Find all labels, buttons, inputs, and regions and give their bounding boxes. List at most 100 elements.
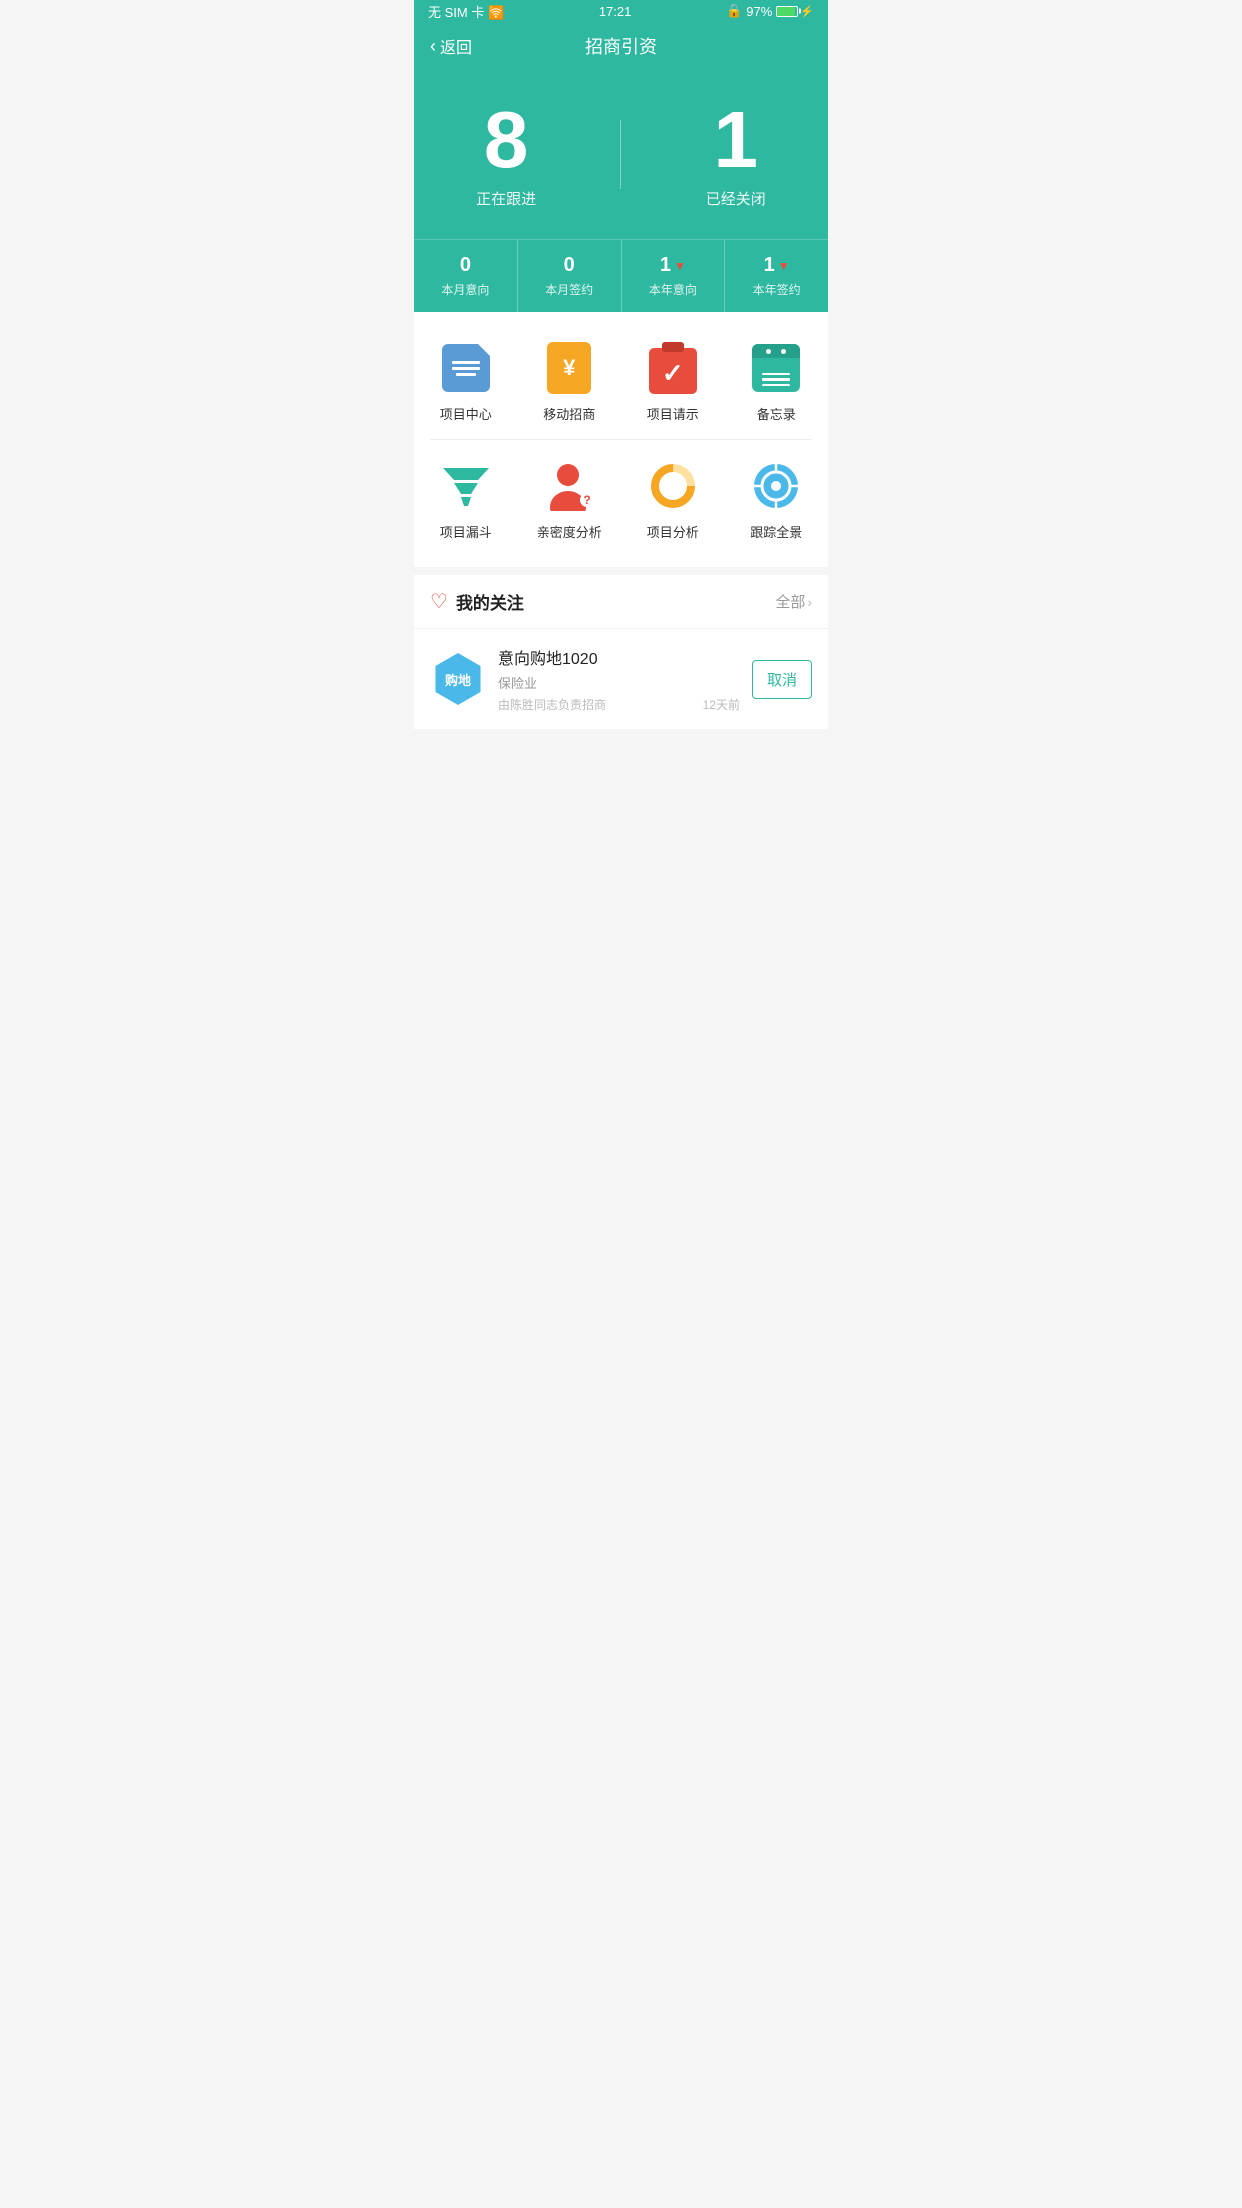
menu-item-location[interactable]: 跟踪全景	[725, 450, 829, 557]
icon-line-2	[452, 367, 480, 370]
icon-line-3	[456, 373, 476, 376]
person-svg: ?	[544, 461, 594, 511]
tracking-stat: 8 正在跟进	[476, 100, 536, 209]
icon-line-1	[452, 361, 480, 364]
cal-knob-right	[781, 349, 786, 354]
attention-title: 我的关注	[456, 589, 524, 614]
list-item-meta-0: 由陈胜同志负责招商	[498, 696, 606, 713]
arrow-down-icon-2: ▼	[674, 259, 686, 273]
menu-item-project-center[interactable]: 项目中心	[414, 332, 518, 439]
list-item-wrap-0: 购地 意向购地1020 保险业 由陈胜同志负责招商 12天前 取消	[414, 629, 828, 729]
sub-stat-1-number: 0	[518, 254, 621, 277]
mobile-invest-icon: ¥	[543, 342, 595, 394]
sim-label: 无 SIM 卡 🛜	[428, 2, 504, 21]
status-left: 无 SIM 卡 🛜	[428, 2, 504, 21]
cancel-button-0[interactable]: 取消	[752, 660, 812, 699]
cal-line-1	[762, 373, 790, 376]
project-req-icon: ✓	[647, 342, 699, 394]
checkmark-icon: ✓	[662, 358, 684, 389]
chevron-right-icon: ›	[807, 594, 812, 610]
time-label: 17:21	[599, 4, 632, 19]
menu-label-donut: 项目分析	[647, 522, 699, 541]
sub-stat-0-label: 本月意向	[414, 281, 517, 298]
cal-line-3	[762, 384, 790, 387]
back-button[interactable]: ‹ 返回	[430, 34, 472, 58]
list-item-title-0: 意向购地1020	[498, 645, 740, 669]
menu-grid-row2: 项目漏斗 ? 亲密度分析 项目分析	[414, 440, 828, 557]
menu-item-mobile-invest[interactable]: ¥ 移动招商	[518, 332, 622, 439]
menu-label-person: 亲密度分析	[537, 522, 602, 541]
attention-title-wrap: ♡ 我的关注	[430, 589, 524, 614]
back-arrow-icon: ‹	[430, 36, 436, 57]
arrow-down-icon-3: ▼	[778, 259, 790, 273]
sub-stat-0: 0 本月意向	[414, 240, 518, 312]
menu-label-mobile-invest: 移动招商	[543, 404, 595, 423]
sub-stat-1: 0 本月签约	[518, 240, 622, 312]
project-center-icon-shape	[442, 344, 490, 392]
hero-divider	[620, 120, 621, 189]
hexagon-badge-0: 购地	[432, 653, 484, 705]
attention-header: ♡ 我的关注 全部 ›	[414, 575, 828, 629]
heart-icon: ♡	[430, 589, 448, 614]
status-bar: 无 SIM 卡 🛜 17:21 🔒 97% ⚡	[414, 0, 828, 22]
menu-label-location: 跟踪全景	[750, 522, 802, 541]
attention-section: ♡ 我的关注 全部 › 购地 意向购地1020 保险业 由陈胜同志负责招商 12…	[414, 575, 828, 729]
sub-stat-3: 1 ▼ 本年签约	[725, 240, 828, 312]
menu-label-project-req: 项目请示	[647, 404, 699, 423]
status-right: 🔒 97% ⚡	[726, 3, 814, 19]
menu-label-project-center: 项目中心	[440, 404, 492, 423]
closed-stat: 1 已经关闭	[706, 100, 766, 209]
battery-icon: ⚡	[776, 5, 814, 18]
hero-section: 8 正在跟进 1 已经关闭 0 本月意向 0 本月签约 1 ▼ 本年意向 1 ▼…	[414, 70, 828, 312]
location-svg	[751, 461, 801, 511]
menu-item-funnel[interactable]: 项目漏斗	[414, 450, 518, 557]
hero-stats: 8 正在跟进 1 已经关闭	[414, 90, 828, 239]
cal-lines	[762, 373, 790, 387]
person-icon: ?	[543, 460, 595, 512]
closed-number: 1	[706, 100, 766, 180]
menu-item-notes[interactable]: 备忘录	[725, 332, 829, 439]
sub-stat-3-number: 1 ▼	[725, 254, 828, 277]
yen-icon: ¥	[563, 355, 575, 381]
donut-icon	[647, 460, 699, 512]
page-title: 招商引资	[585, 33, 657, 59]
sub-stat-3-label: 本年签约	[725, 281, 828, 298]
menu-item-donut[interactable]: 项目分析	[621, 450, 725, 557]
closed-label: 已经关闭	[706, 188, 766, 209]
list-item-subtitle-0: 保险业	[498, 673, 740, 692]
donut-svg	[648, 461, 698, 511]
menu-label-notes: 备忘录	[757, 404, 796, 423]
notes-icon-shape	[752, 344, 800, 392]
hexagon-wrap-0: 购地	[430, 651, 486, 707]
project-req-icon-shape: ✓	[649, 342, 697, 394]
attention-more-button[interactable]: 全部 ›	[775, 591, 812, 612]
clipboard-body: ✓	[649, 348, 697, 394]
menu-label-funnel: 项目漏斗	[440, 522, 492, 541]
list-item-0[interactable]: 购地 意向购地1020 保险业 由陈胜同志负责招商 12天前 取消	[414, 629, 828, 729]
funnel-svg	[441, 464, 491, 508]
clipboard-top	[662, 342, 684, 352]
mobile-invest-icon-shape: ¥	[547, 342, 591, 394]
sub-stat-2-number: 1 ▼	[622, 254, 725, 277]
cal-line-2	[762, 378, 790, 381]
sub-stat-1-label: 本月签约	[518, 281, 621, 298]
cal-top	[752, 344, 800, 358]
location-icon	[750, 460, 802, 512]
menu-item-person[interactable]: ? 亲密度分析	[518, 450, 622, 557]
cal-knob-left	[766, 349, 771, 354]
battery-percentage: 97%	[746, 4, 772, 19]
sub-stat-0-number: 0	[414, 254, 517, 277]
tracking-number: 8	[476, 100, 536, 180]
list-item-time-0: 12天前	[703, 696, 740, 713]
menu-section-row1: 项目中心 ¥ 移动招商 ✓ 项目请示	[414, 312, 828, 567]
svg-text:?: ?	[584, 493, 591, 507]
list-meta-row-0: 由陈胜同志负责招商 12天前	[498, 694, 740, 713]
list-content-0: 意向购地1020 保险业 由陈胜同志负责招商 12天前	[498, 645, 740, 713]
back-label: 返回	[440, 34, 472, 58]
funnel-icon	[440, 460, 492, 512]
menu-item-project-req[interactable]: ✓ 项目请示	[621, 332, 725, 439]
notes-icon	[750, 342, 802, 394]
sub-stats: 0 本月意向 0 本月签约 1 ▼ 本年意向 1 ▼ 本年签约	[414, 239, 828, 312]
project-center-icon	[440, 342, 492, 394]
attention-more-label: 全部	[775, 591, 805, 612]
